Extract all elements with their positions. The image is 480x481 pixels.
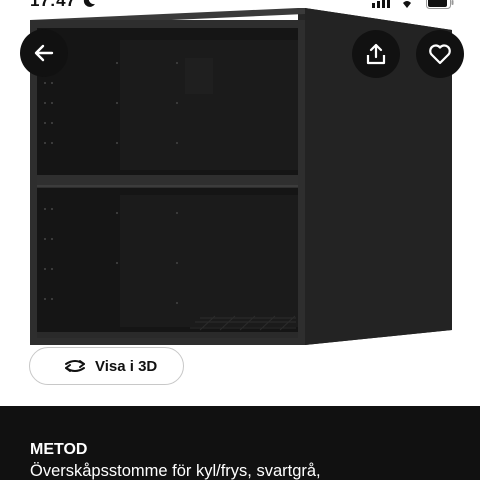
view-3d-button[interactable]: Visa i 3D (29, 347, 184, 385)
share-icon (366, 43, 386, 65)
product-name: METOD (30, 441, 88, 458)
view-3d-label: Visa i 3D (95, 357, 158, 375)
product-image[interactable] (0, 0, 480, 400)
back-button[interactable] (20, 29, 68, 77)
product-info-panel: METOD Överskåpsstomme för kyl/frys, svar… (0, 406, 480, 480)
favorite-button[interactable] (416, 30, 464, 78)
arrow-left-icon (34, 44, 54, 62)
share-button[interactable] (352, 30, 400, 78)
product-description: Överskåpsstomme för kyl/frys, svartgrå, (30, 462, 321, 480)
heart-icon (429, 44, 451, 65)
rotate-3d-icon (65, 360, 85, 372)
